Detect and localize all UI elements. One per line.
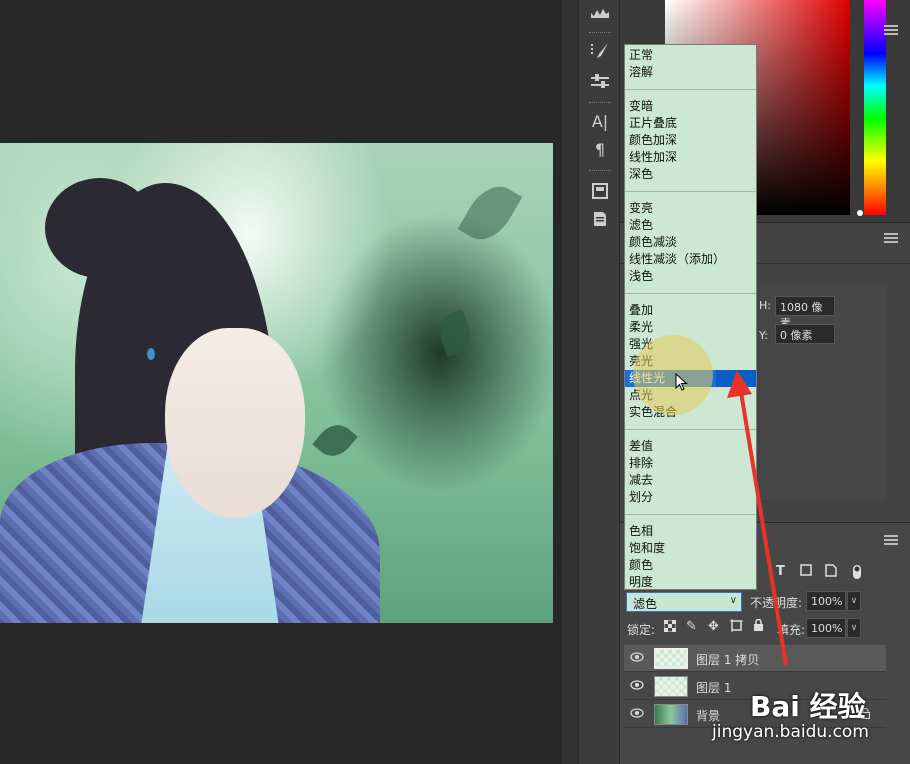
lock-position-icon[interactable]: ✥ [708, 619, 719, 634]
blend-mode-option[interactable]: 明度 [625, 574, 756, 591]
height-field[interactable]: 1080 像素 [775, 296, 835, 330]
blend-mode-option[interactable]: 颜色 [625, 557, 756, 574]
menu-separator [625, 429, 756, 430]
panel-grip[interactable] [589, 170, 611, 172]
blend-mode-option[interactable]: 正片叠底 [625, 115, 756, 132]
layer-thumbnail [654, 676, 688, 697]
blend-mode-option[interactable]: 溶解 [625, 64, 756, 81]
y-field[interactable]: 0 像素 [775, 324, 835, 344]
fill-field[interactable]: 100% [806, 618, 846, 638]
leaf-decoration [457, 177, 523, 249]
selection-highlight [716, 370, 756, 387]
layer-thumbnail [654, 648, 688, 669]
type-filter-icon[interactable]: T [776, 564, 785, 579]
panel-menu-icon[interactable] [884, 535, 898, 545]
blend-mode-value: 滤色 [633, 597, 658, 611]
blend-mode-option[interactable]: 减去 [625, 472, 756, 489]
face [165, 328, 305, 518]
properties-body [760, 285, 886, 500]
blend-mode-option[interactable]: 深色 [625, 166, 756, 183]
visibility-eye-icon[interactable] [630, 679, 644, 693]
filter-toggle-icon[interactable] [852, 564, 862, 584]
blend-mode-option[interactable]: 正常 [625, 47, 756, 64]
visibility-eye-icon[interactable] [630, 707, 644, 721]
blend-mode-option[interactable]: 线性减淡（添加） [625, 251, 756, 268]
layer-thumbnail [654, 704, 688, 725]
fill-label: 填充: [777, 623, 806, 637]
canvas-workspace [0, 0, 562, 764]
panel-divider[interactable] [562, 0, 578, 764]
smart-object-filter-icon[interactable] [825, 564, 837, 581]
blend-mode-dropdown[interactable]: 正常 溶解变暗 正片叠底 颜色加深 线性加深 深色变亮 滤色 颜色减淡 线性减淡（添加） 浅色叠加… [624, 44, 757, 590]
blend-mode-option[interactable]: 差值 [625, 438, 756, 455]
menu-separator [625, 191, 756, 192]
blend-mode-option[interactable]: 颜色加深 [625, 132, 756, 149]
panel-grip[interactable] [589, 102, 611, 104]
blend-mode-option[interactable]: 变亮 [625, 200, 756, 217]
panel-menu-icon[interactable] [884, 25, 898, 35]
brush-presets-icon[interactable] [587, 40, 613, 62]
watermark-url: jingyan.baidu.com [712, 722, 869, 742]
blend-mode-option[interactable]: 排除 [625, 455, 756, 472]
blend-mode-option[interactable]: 颜色减淡 [625, 234, 756, 251]
canvas-image[interactable] [0, 143, 553, 623]
visibility-eye-icon[interactable] [630, 651, 644, 665]
blend-mode-option[interactable]: 线性加深 [625, 149, 756, 166]
paragraph-panel-icon[interactable]: ¶ [587, 138, 613, 160]
layer-row[interactable]: 图层 1 拷贝 [624, 645, 886, 672]
hue-slider[interactable] [864, 0, 886, 215]
blend-mode-option[interactable]: 叠加 [625, 302, 756, 319]
libraries-icon[interactable] [587, 180, 613, 202]
lock-artboard-icon[interactable] [730, 619, 743, 636]
leaf-decoration [312, 417, 358, 464]
menu-separator [625, 514, 756, 515]
histogram-icon[interactable] [587, 2, 613, 24]
lock-all-icon[interactable] [753, 618, 764, 636]
opacity-label: 不透明度: [750, 596, 803, 610]
chevron-down-icon: ∨ [729, 595, 737, 606]
blend-mode-option[interactable]: 划分 [625, 489, 756, 506]
character-panel-icon[interactable]: A| [587, 110, 613, 132]
blend-mode-option[interactable]: 变暗 [625, 98, 756, 115]
y-label: Y: [759, 329, 768, 342]
shape-filter-icon[interactable] [800, 564, 812, 580]
color-marker[interactable] [857, 210, 863, 216]
fill-dropdown-icon[interactable]: ∨ [847, 618, 861, 638]
menu-separator [625, 293, 756, 294]
blend-mode-option[interactable]: 浅色 [625, 268, 756, 285]
opacity-field[interactable]: 100% [806, 591, 846, 611]
opacity-dropdown-icon[interactable]: ∨ [847, 591, 861, 611]
blend-mode-option[interactable]: 滤色 [625, 217, 756, 234]
blend-mode-option[interactable]: 色相 [625, 523, 756, 540]
panel-grip[interactable] [589, 32, 611, 34]
height-label: H: [759, 299, 771, 312]
panel-icon-strip: A| ¶ [578, 0, 620, 764]
click-highlight [633, 335, 713, 415]
earring [147, 348, 155, 360]
notes-icon[interactable] [587, 208, 613, 230]
blend-mode-option[interactable]: 柔光 [625, 319, 756, 336]
brush-settings-icon[interactable] [587, 70, 613, 92]
layer-name[interactable]: 图层 1 [696, 679, 731, 696]
mouse-cursor-icon [675, 373, 688, 391]
lock-transparent-pixels-icon[interactable] [663, 619, 677, 636]
leaf-decoration [434, 309, 476, 357]
lock-image-pixels-icon[interactable]: ✎ [686, 619, 697, 634]
blend-mode-option[interactable]: 饱和度 [625, 540, 756, 557]
layer-name[interactable]: 图层 1 拷贝 [696, 651, 759, 668]
panel-menu-icon[interactable] [884, 233, 898, 243]
lock-label: 锁定: [627, 623, 656, 637]
baidu-jingyan-logo: Bai 经验 [750, 690, 866, 723]
blend-mode-select[interactable]: 滤色 ∨ [626, 592, 742, 612]
menu-separator [625, 89, 756, 90]
